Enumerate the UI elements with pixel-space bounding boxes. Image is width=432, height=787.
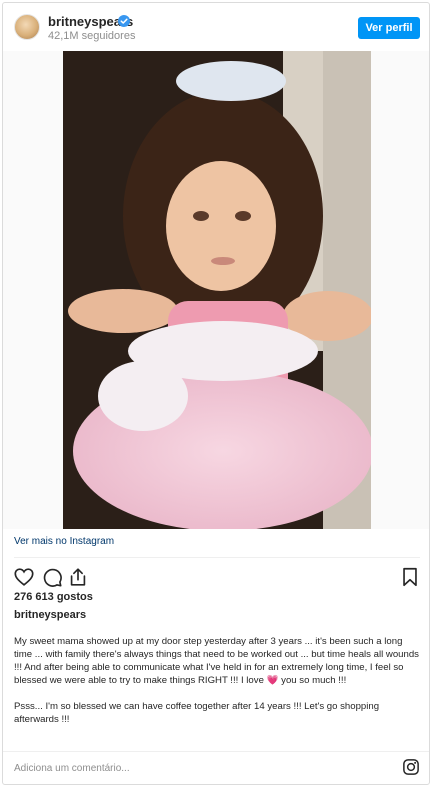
followers-count: 42,1M seguidores	[48, 30, 136, 42]
share-icon[interactable]	[67, 566, 89, 588]
caption-paragraph: Psss... I'm so blessed we can have coffe…	[14, 701, 380, 725]
comment-input[interactable]	[14, 759, 374, 777]
post-photo[interactable]	[63, 51, 371, 529]
verified-badge-icon	[118, 15, 130, 27]
photo-area	[3, 51, 429, 529]
photo-illustration	[63, 51, 371, 529]
caption-username[interactable]: britneyspears	[14, 609, 86, 621]
view-more-link[interactable]: Ver mais no Instagram	[14, 536, 114, 547]
post-header: britneyspears 42,1M seguidores Ver perfi…	[3, 3, 429, 51]
view-profile-button[interactable]: Ver perfil	[358, 17, 420, 39]
comment-divider	[3, 751, 429, 752]
divider	[14, 557, 420, 558]
instagram-logo-icon[interactable]	[402, 758, 420, 776]
comment-bubble-icon[interactable]	[41, 566, 63, 588]
caption-paragraph: My sweet mama showed up at my door step …	[14, 636, 419, 686]
avatar[interactable]	[14, 14, 40, 40]
bookmark-icon[interactable]	[399, 566, 421, 588]
likes-count[interactable]: 276 613 gostos	[14, 591, 93, 603]
caption: My sweet mama showed up at my door step …	[14, 635, 419, 739]
heart-icon[interactable]	[13, 566, 35, 588]
instagram-embed-card: britneyspears 42,1M seguidores Ver perfi…	[2, 2, 430, 785]
